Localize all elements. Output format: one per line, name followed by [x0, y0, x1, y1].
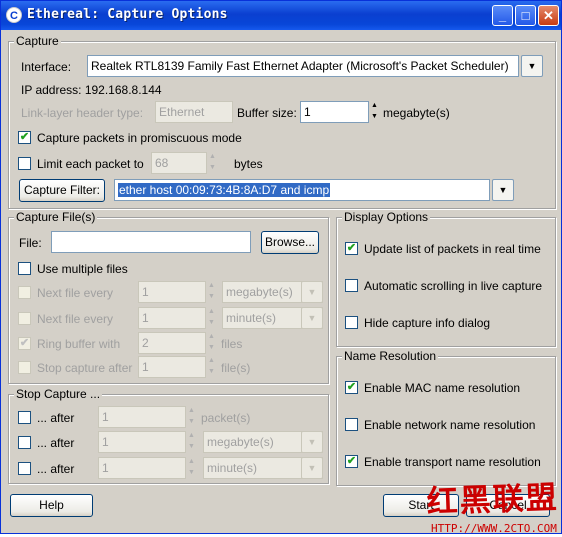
buffer-size-unit: megabyte(s) [383, 106, 450, 120]
limit-packet-input[interactable]: 68 [151, 152, 207, 174]
mac-resolution-label: Enable MAC name resolution [364, 381, 521, 395]
limit-packet-checkbox[interactable] [18, 157, 31, 170]
capture-options-dialog: C Ethereal: Capture Options _ □ ✕ Captur… [0, 0, 562, 535]
window-title: Ethereal: Capture Options [27, 7, 228, 22]
stop-after-files-checkbox[interactable] [18, 361, 31, 374]
stop-packets-input[interactable]: 1 [98, 406, 186, 428]
linklayer-label: Link-layer header type: [21, 106, 144, 120]
next-file-time-input[interactable]: 1 [138, 307, 206, 329]
stop-size-spinner[interactable]: ▲ ▼ [186, 431, 197, 453]
next-file-time-unit-dropdown[interactable]: ▼ [301, 307, 323, 329]
mac-resolution-checkbox[interactable]: ✔ [345, 381, 358, 394]
app-icon: C [6, 7, 22, 23]
minimize-button[interactable]: _ [492, 5, 513, 26]
capture-filter-text: ether host 00:09:73:4B:8A:D7 and icmp [118, 183, 331, 197]
stop-size-input[interactable]: 1 [98, 431, 186, 453]
interface-select[interactable]: Realtek RTL8139 Family Fast Ethernet Ada… [87, 55, 519, 77]
stop-time-label: ... after [37, 462, 75, 476]
next-file-time-spinner[interactable]: ▲ ▼ [206, 307, 217, 329]
capture-filter-dropdown-button[interactable]: ▼ [492, 179, 514, 201]
auto-scroll-checkbox[interactable] [345, 279, 358, 292]
display-options-group-title: Display Options [342, 210, 431, 224]
limit-packet-label: Limit each packet to [37, 157, 144, 171]
limit-packet-spinner[interactable]: ▲ ▼ [207, 152, 218, 174]
next-file-size-input[interactable]: 1 [138, 281, 206, 303]
stop-time-input[interactable]: 1 [98, 457, 186, 479]
interface-label: Interface: [21, 60, 72, 74]
stop-time-checkbox[interactable] [18, 462, 31, 475]
close-button[interactable]: ✕ [538, 5, 559, 26]
watermark-url: HTTP://WWW.2CTO.COM [431, 522, 557, 535]
multiple-files-label: Use multiple files [37, 262, 128, 276]
stop-capture-group-title: Stop Capture ... [14, 387, 103, 401]
linklayer-select[interactable]: Ethernet [155, 101, 233, 123]
browse-button[interactable]: Browse... [261, 231, 319, 254]
stop-size-unit-dropdown[interactable]: ▼ [301, 431, 323, 453]
multiple-files-checkbox[interactable] [18, 262, 31, 275]
update-realtime-label: Update list of packets in real time [364, 242, 541, 256]
next-file-time-label: Next file every [37, 312, 114, 326]
stop-after-files-unit: file(s) [221, 361, 251, 375]
next-file-size-label: Next file every [37, 286, 114, 300]
ring-buffer-unit: files [221, 337, 243, 351]
update-realtime-checkbox[interactable]: ✔ [345, 242, 358, 255]
capture-files-group-title: Capture File(s) [14, 210, 98, 224]
stop-packets-label: ... after [37, 411, 75, 425]
stop-size-checkbox[interactable] [18, 436, 31, 449]
next-file-time-checkbox[interactable] [18, 312, 31, 325]
help-button[interactable]: Help [10, 494, 93, 517]
ip-address-text: IP address: 192.168.8.144 [21, 83, 162, 97]
next-file-size-unit-dropdown[interactable]: ▼ [301, 281, 323, 303]
promiscuous-checkbox[interactable]: ✔ [18, 131, 31, 144]
capture-filter-button[interactable]: Capture Filter: [19, 179, 105, 202]
title-bar[interactable]: C Ethereal: Capture Options _ □ ✕ [1, 1, 561, 30]
stop-time-spinner[interactable]: ▲ ▼ [186, 457, 197, 479]
interface-dropdown-button[interactable]: ▼ [521, 55, 543, 77]
hide-info-label: Hide capture info dialog [364, 316, 491, 330]
stop-after-files-label: Stop capture after [37, 361, 133, 375]
transport-resolution-checkbox[interactable]: ✔ [345, 455, 358, 468]
network-resolution-label: Enable network name resolution [364, 418, 536, 432]
maximize-button[interactable]: □ [515, 5, 536, 26]
promiscuous-label: Capture packets in promiscuous mode [37, 131, 242, 145]
stop-after-files-input[interactable]: 1 [138, 356, 206, 378]
file-input[interactable] [51, 231, 251, 253]
stop-time-unit-dropdown[interactable]: ▼ [301, 457, 323, 479]
hide-info-checkbox[interactable] [345, 316, 358, 329]
capture-group-title: Capture [14, 34, 61, 48]
ring-buffer-label: Ring buffer with [37, 337, 121, 351]
name-resolution-group-title: Name Resolution [342, 349, 439, 363]
limit-packet-unit: bytes [234, 157, 263, 171]
stop-packets-checkbox[interactable] [18, 411, 31, 424]
stop-after-files-spinner[interactable]: ▲ ▼ [206, 356, 217, 378]
ring-buffer-spinner[interactable]: ▲ ▼ [206, 332, 217, 354]
stop-size-label: ... after [37, 436, 75, 450]
ring-buffer-input[interactable]: 2 [138, 332, 206, 354]
file-label: File: [19, 236, 42, 250]
network-resolution-checkbox[interactable] [345, 418, 358, 431]
capture-filter-input[interactable]: ether host 00:09:73:4B:8A:D7 and icmp [114, 179, 490, 201]
next-file-size-spinner[interactable]: ▲ ▼ [206, 281, 217, 303]
stop-packets-unit: packet(s) [201, 411, 251, 425]
buffer-size-input[interactable]: 1 [300, 101, 369, 123]
buffer-size-label: Buffer size: [237, 106, 297, 120]
auto-scroll-label: Automatic scrolling in live capture [364, 279, 543, 293]
ring-buffer-checkbox[interactable]: ✔ [18, 337, 31, 350]
stop-packets-spinner[interactable]: ▲ ▼ [186, 406, 197, 428]
buffer-size-spinner[interactable]: ▲ ▼ [369, 101, 380, 123]
transport-resolution-label: Enable transport name resolution [364, 455, 541, 469]
next-file-size-checkbox[interactable] [18, 286, 31, 299]
